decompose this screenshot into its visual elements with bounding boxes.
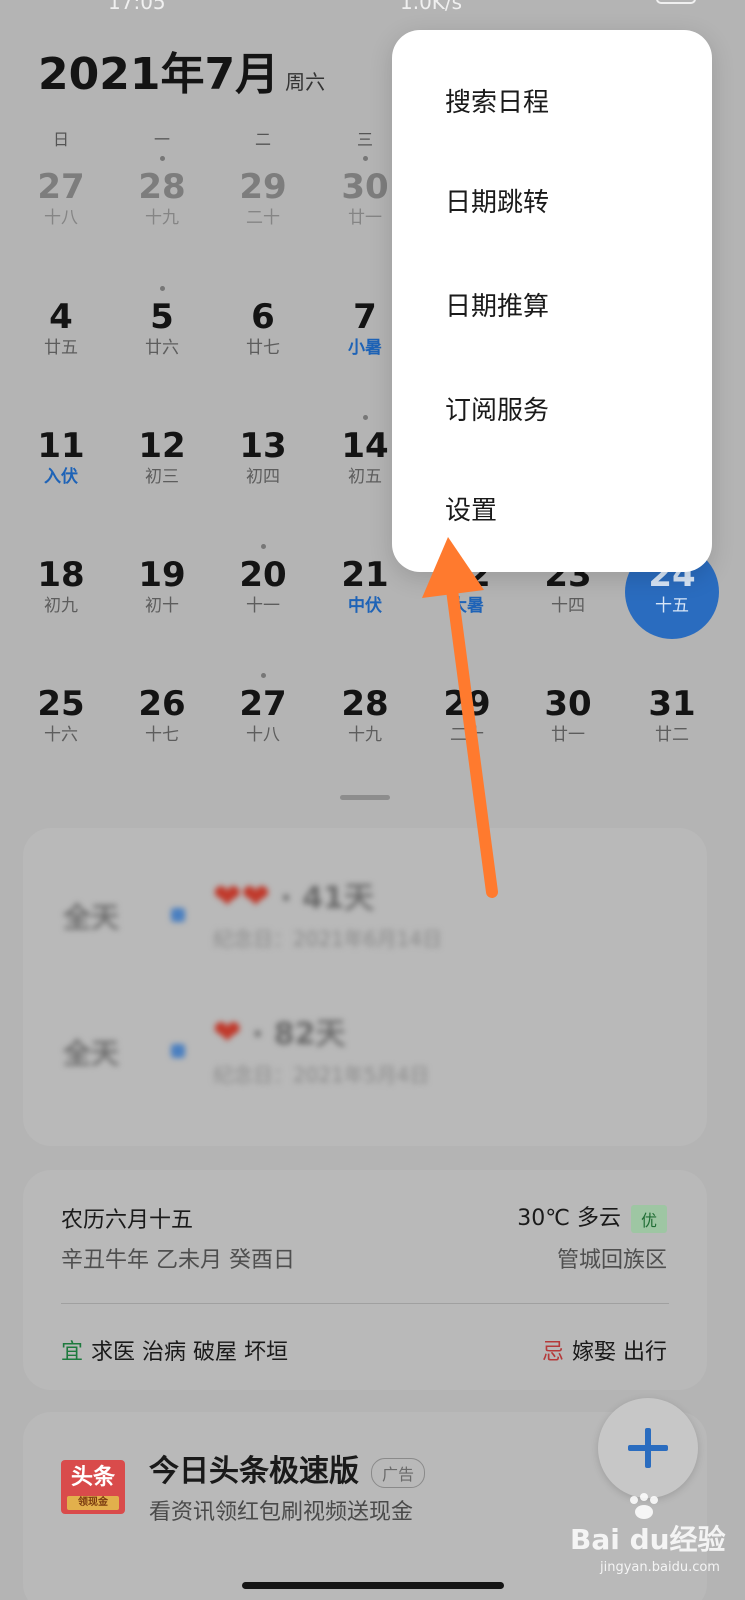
event-dot: [261, 544, 266, 549]
heart-icon: ❤❤: [213, 877, 270, 917]
month-header[interactable]: 2021年7月 周六: [38, 38, 325, 102]
aqi-badge: 优: [630, 1205, 667, 1233]
ganzhi-date: 辛丑牛年 乙未月 癸酉日: [61, 1248, 295, 1273]
suitable-activities: 宜求医 治病 破屋 坏垣: [61, 1340, 288, 1365]
day-cell[interactable]: 26 十七: [117, 683, 207, 763]
day-cell[interactable]: 13 初四: [218, 425, 308, 505]
day-cell[interactable]: 20 十一: [218, 544, 308, 634]
day-cell[interactable]: 21 中伏: [320, 554, 410, 634]
day-cell[interactable]: 11 入伏: [16, 425, 106, 505]
day-cell[interactable]: 18 初九: [16, 554, 106, 634]
page-title: 2021年7月: [38, 49, 280, 100]
battery-icon: [656, 0, 696, 4]
anniversary-date: 纪念日：2021年6月14日: [213, 927, 443, 951]
anniversary-title: ❤❤ · 41天: [213, 877, 375, 917]
lunar-date: 农历六月十五: [61, 1208, 194, 1233]
divider: [61, 1303, 669, 1304]
avoid-activities: 忌嫁娶 出行: [541, 1340, 667, 1365]
day-cell[interactable]: 25 十六: [16, 683, 106, 763]
event-dot: [363, 415, 368, 420]
menu-item-search-schedule[interactable]: 搜索日程: [392, 48, 712, 148]
app-logo-icon: 头条 领现金: [61, 1460, 125, 1514]
heart-icon: ❤: [213, 1013, 242, 1053]
day-cell[interactable]: 27 十八: [218, 673, 308, 763]
menu-item-settings[interactable]: 设置: [392, 456, 712, 556]
day-cell[interactable]: 30 廿一: [523, 683, 613, 763]
weekday-label: 日: [52, 130, 69, 149]
event-dot: [160, 156, 165, 161]
status-bar: 17:05 1.0K/s: [0, 0, 745, 14]
menu-item-subscription[interactable]: 订阅服务: [392, 356, 712, 456]
day-cell[interactable]: 28 十九: [320, 683, 410, 763]
day-cell[interactable]: 27 十八: [16, 166, 106, 246]
event-color-icon: [171, 908, 185, 922]
drag-handle[interactable]: [340, 795, 390, 800]
ad-description: 看资讯领红包刷视频送现金: [149, 1500, 414, 1525]
weekday-label: 一: [153, 130, 170, 149]
anniversary-date: 纪念日：2021年5月4日: [213, 1063, 430, 1087]
menu-item-date-jump[interactable]: 日期跳转: [392, 148, 712, 248]
day-cell[interactable]: 5 廿六: [117, 286, 207, 376]
allday-label: 全天: [63, 1037, 120, 1070]
event-color-icon: [171, 1044, 185, 1058]
anniversary-item[interactable]: 全天 ❤ · 82天 纪念日：2021年5月4日: [23, 1004, 707, 1094]
ad-title: 今日头条极速版 广告: [149, 1446, 426, 1490]
day-cell[interactable]: 28 十九: [117, 156, 207, 246]
watermark-logo: Bai du经验 jingyan.baidu.com: [570, 1493, 735, 1588]
header-weekday: 周六: [285, 70, 326, 94]
network-speed: 1.0K/s: [400, 0, 463, 14]
day-cell[interactable]: 4 廿五: [16, 296, 106, 376]
home-indicator[interactable]: [242, 1582, 504, 1589]
day-cell[interactable]: 31 廿二: [627, 683, 717, 763]
event-dot: [261, 673, 266, 678]
almanac-card[interactable]: 农历六月十五 辛丑牛年 乙未月 癸酉日 30℃ 多云优 管城回族区 宜求医 治病…: [23, 1170, 707, 1390]
allday-label: 全天: [63, 901, 120, 934]
anniversary-item[interactable]: 全天 ❤❤ · 41天 纪念日：2021年6月14日: [23, 868, 707, 958]
weather-info: 30℃ 多云优: [517, 1200, 667, 1233]
event-dot: [363, 156, 368, 161]
event-dot: [160, 286, 165, 291]
status-time: 17:05: [108, 0, 166, 14]
day-cell[interactable]: 29 二十: [218, 166, 308, 246]
plus-icon: [628, 1428, 668, 1468]
ad-badge: 广告: [371, 1457, 426, 1488]
day-cell[interactable]: 12 初三: [117, 425, 207, 505]
anniversary-card[interactable]: 全天 ❤❤ · 41天 纪念日：2021年6月14日 全天 ❤ · 82天 纪念…: [23, 828, 707, 1146]
day-cell[interactable]: 29 二十: [422, 683, 512, 763]
weekday-label: 三: [356, 130, 373, 149]
weekday-label: 二: [254, 130, 271, 149]
menu-item-date-calc[interactable]: 日期推算: [392, 252, 712, 352]
overflow-menu: 搜索日程 日期跳转 日期推算 订阅服务 设置: [392, 30, 712, 572]
day-cell[interactable]: 19 初十: [117, 554, 207, 634]
district-label: 管城回族区: [556, 1248, 667, 1273]
watermark-text: Bai du经验: [570, 1523, 726, 1556]
watermark-url: jingyan.baidu.com: [600, 1560, 720, 1575]
day-cell[interactable]: 6 廿七: [218, 296, 308, 376]
add-event-button[interactable]: [598, 1398, 698, 1498]
anniversary-title: ❤ · 82天: [213, 1013, 346, 1053]
